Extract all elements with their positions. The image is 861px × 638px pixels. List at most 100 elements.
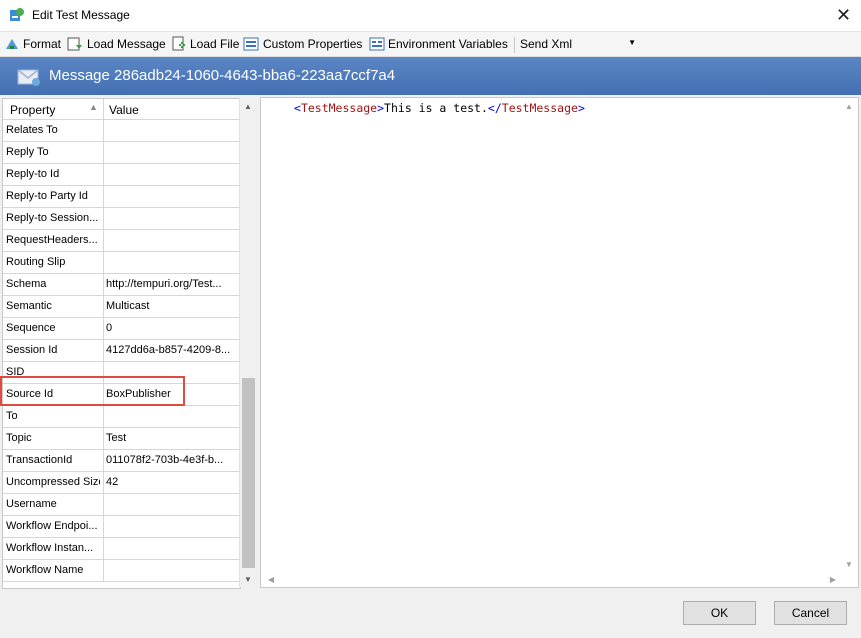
- property-name: Username: [6, 498, 57, 510]
- xml-bracket: >: [377, 101, 385, 115]
- property-row[interactable]: Routing Slip: [3, 252, 240, 274]
- column-divider[interactable]: [103, 99, 104, 119]
- column-header-value[interactable]: Value: [109, 103, 139, 117]
- send-mode-dropdown[interactable]: Send Xml ▼: [520, 35, 638, 53]
- xml-content: This is a test.: [384, 101, 488, 115]
- property-row[interactable]: TransactionId 011078f2-703b-4e3f-b...: [3, 450, 240, 472]
- close-button[interactable]: ✕: [826, 0, 861, 31]
- load-file-button[interactable]: Load File: [171, 35, 239, 53]
- property-row[interactable]: Schema http://tempuri.org/Test...: [3, 274, 240, 296]
- cell-divider: [103, 252, 104, 274]
- cell-divider: [103, 340, 104, 362]
- property-row[interactable]: Workflow Instan...: [3, 538, 240, 560]
- property-row[interactable]: Workflow Name: [3, 560, 240, 582]
- grid-vertical-scrollbar[interactable]: ▲ ▼: [239, 98, 256, 587]
- property-row[interactable]: To: [3, 406, 240, 428]
- format-icon: [6, 39, 18, 49]
- cancel-button[interactable]: Cancel: [774, 601, 847, 625]
- environment-variables-icon: [369, 37, 385, 51]
- property-value[interactable]: http://tempuri.org/Test...: [106, 278, 236, 290]
- property-row[interactable]: Reply-to Party Id: [3, 186, 240, 208]
- property-name: Routing Slip: [6, 256, 66, 268]
- custom-properties-button[interactable]: Custom Properties: [243, 35, 362, 53]
- load-message-button[interactable]: Load Message: [67, 35, 166, 53]
- property-value[interactable]: 4127dd6a-b857-4209-8...: [106, 344, 236, 356]
- window-title: Edit Test Message: [32, 8, 130, 22]
- property-name: Semantic: [6, 300, 52, 312]
- xml-code-line[interactable]: <TestMessage>This is a test.</TestMessag…: [294, 101, 585, 115]
- editor-vertical-scrollbar[interactable]: ▲ ▼: [841, 98, 857, 572]
- cell-divider: [103, 230, 104, 252]
- property-row[interactable]: Username: [3, 494, 240, 516]
- cell-divider: [103, 494, 104, 516]
- property-name: Relates To: [6, 124, 58, 136]
- toolbar-separator: [514, 37, 515, 53]
- ok-button[interactable]: OK: [683, 601, 756, 625]
- property-row[interactable]: Sequence 0: [3, 318, 240, 340]
- cell-divider: [103, 516, 104, 538]
- source-id-highlight: [0, 376, 185, 406]
- load-message-label: Load Message: [87, 37, 166, 51]
- property-grid: Property ▲ Value Relates To Reply To Reply…: [2, 98, 241, 589]
- load-message-icon: [67, 37, 82, 51]
- property-name: Reply-to Session...: [6, 212, 99, 224]
- cell-divider: [103, 120, 104, 142]
- property-name: TransactionId: [6, 454, 73, 466]
- scrollbar-thumb[interactable]: [242, 378, 255, 568]
- property-row[interactable]: Reply To: [3, 142, 240, 164]
- cell-divider: [103, 428, 104, 450]
- property-name: Reply-to Id: [6, 168, 60, 180]
- scroll-left-icon[interactable]: ◀: [263, 571, 279, 587]
- property-row[interactable]: Session Id 4127dd6a-b857-4209-8...: [3, 340, 240, 362]
- scroll-up-icon[interactable]: ▲: [240, 98, 256, 114]
- property-value[interactable]: 0: [106, 322, 236, 334]
- scroll-right-icon[interactable]: ▶: [825, 571, 841, 587]
- format-label: Format: [23, 37, 62, 51]
- cell-divider: [103, 450, 104, 472]
- properties-icon: [243, 37, 259, 51]
- format-button[interactable]: Format: [4, 35, 61, 53]
- xml-editor[interactable]: <TestMessage>This is a test.</TestMessag…: [260, 97, 859, 588]
- xml-bracket: >: [577, 101, 585, 115]
- close-icon: ✕: [835, 5, 852, 25]
- xml-open-tag: TestMessage: [300, 101, 378, 115]
- grid-header: Property ▲ Value: [3, 99, 240, 120]
- cell-divider: [103, 142, 104, 164]
- send-mode-value: Send Xml: [520, 37, 573, 51]
- xml-bracket: <: [294, 101, 301, 115]
- scroll-up-icon[interactable]: ▲: [841, 98, 857, 114]
- property-name: Workflow Name: [6, 564, 84, 576]
- cell-divider: [103, 406, 104, 428]
- editor-horizontal-scrollbar[interactable]: ◀ ▶: [261, 572, 841, 586]
- property-row[interactable]: RequestHeaders...: [3, 230, 240, 252]
- xml-bracket: </: [487, 101, 502, 115]
- property-row[interactable]: Reply-to Id: [3, 164, 240, 186]
- property-name: RequestHeaders...: [6, 234, 98, 246]
- message-id-title: Message 286adb24-1060-4643-bba6-223aa7cc…: [49, 67, 396, 84]
- property-name: Workflow Instan...: [6, 542, 94, 554]
- property-row[interactable]: Semantic Multicast: [3, 296, 240, 318]
- property-name: Workflow Endpoi...: [6, 520, 98, 532]
- property-name: Reply-to Party Id: [6, 190, 88, 202]
- property-name: Uncompressed Size: [6, 476, 100, 488]
- property-row[interactable]: Workflow Endpoi...: [3, 516, 240, 538]
- property-value[interactable]: 42: [106, 476, 236, 488]
- property-row[interactable]: Uncompressed Size 42: [3, 472, 240, 494]
- property-name: Reply To: [6, 146, 49, 158]
- scroll-down-icon[interactable]: ▼: [841, 556, 857, 572]
- property-row[interactable]: Topic Test: [3, 428, 240, 450]
- cell-divider: [103, 318, 104, 340]
- property-value[interactable]: Test: [106, 432, 236, 444]
- property-row[interactable]: Relates To: [3, 120, 240, 142]
- property-row[interactable]: Reply-to Session...: [3, 208, 240, 230]
- cell-divider: [103, 296, 104, 318]
- message-edit-icon: [10, 8, 24, 21]
- title-bar: Edit Test Message ✕: [0, 0, 861, 32]
- cell-divider: [103, 186, 104, 208]
- scroll-down-icon[interactable]: ▼: [240, 571, 256, 587]
- property-value[interactable]: Multicast: [106, 300, 236, 312]
- column-header-property[interactable]: Property: [10, 103, 55, 117]
- environment-variables-button[interactable]: Environment Variables: [369, 35, 508, 53]
- cell-divider: [103, 472, 104, 494]
- property-value[interactable]: 011078f2-703b-4e3f-b...: [106, 454, 236, 466]
